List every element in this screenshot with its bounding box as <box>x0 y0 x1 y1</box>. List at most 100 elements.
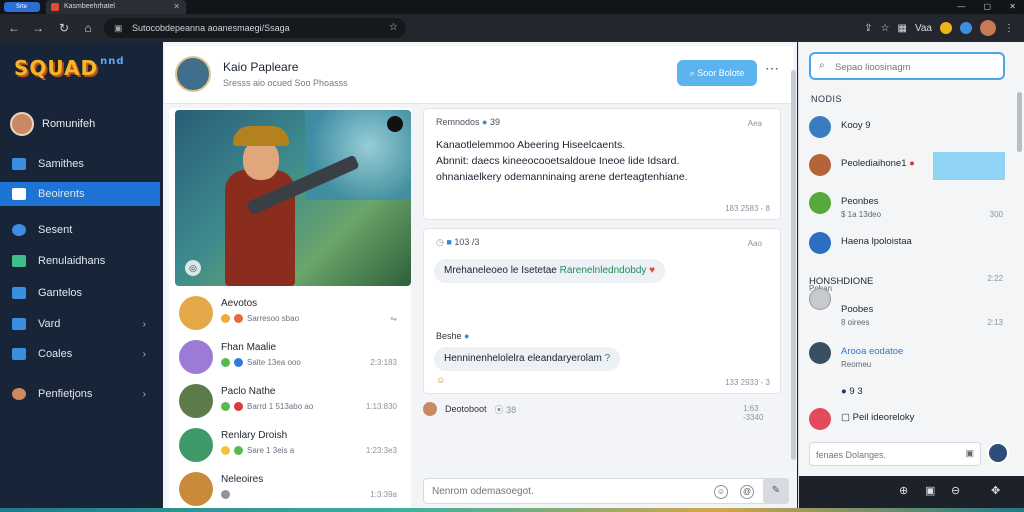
home-icon[interactable]: ⌂ <box>80 20 96 36</box>
search-input[interactable] <box>835 59 995 75</box>
save-icon[interactable]: ▣ <box>925 484 935 497</box>
side-message-input[interactable] <box>816 447 956 463</box>
member-meta-text: Salte 13ea ooo <box>247 358 301 367</box>
reply-sender: Beshe ● <box>436 331 469 341</box>
chat-header: Kaio Papleare Sresss aio ocued Soo Phoas… <box>165 46 793 104</box>
globe-icon <box>12 224 26 236</box>
menu-icon[interactable]: ⋮ <box>1004 23 1014 34</box>
member-item[interactable]: Aevotos Sarresoo sbao ⇋ <box>175 292 405 334</box>
bubble-highlight: Rarenelnledndobdy <box>559 265 647 276</box>
reply-sender-name: Beshe <box>436 331 462 341</box>
zoom-icon[interactable]: ⊕ <box>899 484 908 497</box>
member-item[interactable]: Neleoires 1:3:39a <box>175 468 405 510</box>
member-name: Renlary Droish <box>221 430 288 441</box>
chat-action-button[interactable]: ⌕ Soor Bolote <box>677 60 757 86</box>
sidebar-item-label: Renulaidhans <box>38 255 106 267</box>
badge-icon <box>234 358 243 367</box>
tab-label: Kasmbeehrhatel <box>64 3 115 10</box>
attach-icon[interactable]: ▣ <box>965 448 974 459</box>
emoji-icon[interactable]: ☺ <box>714 485 728 499</box>
close-window-icon[interactable]: ✕ <box>1009 2 1016 11</box>
sidebar-item-gantelos[interactable]: Gantelos <box>0 281 160 305</box>
minimize-icon[interactable]: — <box>957 2 965 11</box>
bookmark-star-icon[interactable]: ☆ <box>389 18 398 38</box>
highlight-block <box>933 152 1005 180</box>
message-card[interactable]: Remnodos ● 39 Aea Kanaotlelemmoo Abeerin… <box>423 108 781 220</box>
member-time: 1:3:39a <box>370 490 397 499</box>
sidebar-item-label: Gantelos <box>38 287 83 299</box>
badge-icon <box>221 490 230 499</box>
badge-icon <box>234 314 243 323</box>
attach-icon[interactable]: @ <box>740 485 754 499</box>
share-icon[interactable]: ⇋ <box>390 314 397 323</box>
message-card[interactable]: ◷ ■ 103 /3 Aao Mrehaneleoeo le Isetetae … <box>423 228 781 394</box>
browser-tabbar: Srte Kasmbeehrhatel ✕ — ▢ ✕ <box>0 0 1024 14</box>
back-icon[interactable]: ← <box>6 20 22 36</box>
chevron-right-icon: › <box>142 388 146 400</box>
sidebar-item-renulaidhans[interactable]: Renulaidhans <box>0 249 160 273</box>
sidebar-item-samithes[interactable]: Samithes <box>0 152 160 176</box>
sidebar-item-sesent[interactable]: Sesent <box>0 218 160 242</box>
right-scrollbar[interactable] <box>1017 92 1022 152</box>
contact-avatar <box>809 192 831 214</box>
side-user-avatar[interactable] <box>987 442 1009 464</box>
sidebar-item-penfietjons[interactable]: Penfietjons › <box>0 382 160 406</box>
minus-icon[interactable]: ⊖ <box>951 484 960 497</box>
hero-owner-avatar[interactable] <box>387 116 403 132</box>
chat-subtitle: Sresss aio ocued Soo Phoasss <box>223 78 348 88</box>
tab-close-icon[interactable]: ✕ <box>173 0 180 14</box>
browser-tab-active[interactable]: Kasmbeehrhatel ✕ <box>46 0 186 14</box>
maximize-icon[interactable]: ▢ <box>984 2 992 11</box>
sidebar-item-label: Penfietjons <box>38 388 93 400</box>
url-text: Sutocobdepeanna aoanesmaegi/Ssaga <box>132 23 290 33</box>
browser-tab-small[interactable]: Srte <box>4 2 40 12</box>
message-sender: Remnodos ● 39 <box>436 117 500 127</box>
message-composer: ☺ @ <box>423 478 789 504</box>
main-scrollbar[interactable] <box>791 70 796 460</box>
tab-favicon-icon <box>51 3 59 11</box>
settings-icon[interactable]: ✥ <box>991 484 1000 497</box>
person-icon <box>12 388 26 400</box>
member-item[interactable]: Renlary Droish Sare 1 3eis a 1:23:3e3 <box>175 424 405 466</box>
hero-image[interactable]: ◎ <box>175 110 411 286</box>
emoji-icon[interactable]: ☺ <box>436 375 445 385</box>
expand-icon[interactable]: ◎ <box>185 260 201 276</box>
address-bar[interactable]: ▣ Sutocobdepeanna aoanesmaegi/Ssaga ☆ <box>104 18 406 38</box>
message-time: Aao <box>747 239 762 248</box>
sidebar-item-vard[interactable]: Vard › <box>0 312 160 336</box>
send-button[interactable]: ✎ <box>763 478 789 504</box>
extension-icon[interactable]: ▦ <box>897 23 906 34</box>
contact-name: Peonbes <box>841 196 879 207</box>
message-footer: 133 2933 - 3 <box>725 378 770 387</box>
user-avatar[interactable] <box>980 20 996 36</box>
right-panel: ⌕ NODIS Kooy 9 Peolediaihone1 ● Peonbes … <box>798 42 1024 508</box>
star-icon[interactable]: ☆ <box>881 23 890 34</box>
tab-small-label: Srte <box>16 4 28 10</box>
profile-badge-icon[interactable] <box>960 22 972 34</box>
member-time: 1:23:3e3 <box>365 446 397 455</box>
system-time: 1:63 -3340 <box>743 404 764 422</box>
clock-icon: ◷ <box>436 237 444 247</box>
share-icon[interactable]: ⇪ <box>864 23 872 34</box>
contact-sub: $ 1a 13deo <box>841 210 882 219</box>
toolbar-right-label: Vaa <box>914 22 932 34</box>
more-options-icon[interactable]: ⋯ <box>765 60 779 77</box>
member-meta <box>221 490 230 499</box>
sidebar-user[interactable]: Romunifeh <box>10 112 95 136</box>
contact-name: Kooy 9 <box>841 120 871 131</box>
chat-avatar[interactable] <box>175 56 211 92</box>
app-logo[interactable]: SQUAD nnd <box>14 56 125 80</box>
emoji-icon[interactable] <box>940 22 952 34</box>
reaction-icon: ♥ <box>649 265 656 276</box>
member-item[interactable]: Fhan Maalie Salte 13ea ooo 2:3:183 <box>175 336 405 378</box>
message-bubble: Henninenhelolelra eleandaryerolam ? <box>434 347 621 371</box>
message-input[interactable] <box>432 482 702 500</box>
member-item[interactable]: Paclo Nathe Barrd 1 513abo ao 1:13:830 <box>175 380 405 422</box>
sidebar-item-beoirents[interactable]: Beoirents <box>0 182 160 206</box>
system-num: 38 <box>506 404 517 415</box>
forward-icon[interactable]: → <box>30 20 46 36</box>
reload-icon[interactable]: ↻ <box>56 20 72 36</box>
contact-name: Peil ideoreloky <box>852 412 915 423</box>
member-avatar <box>179 472 213 506</box>
sidebar-item-coales[interactable]: Coales › <box>0 342 160 366</box>
